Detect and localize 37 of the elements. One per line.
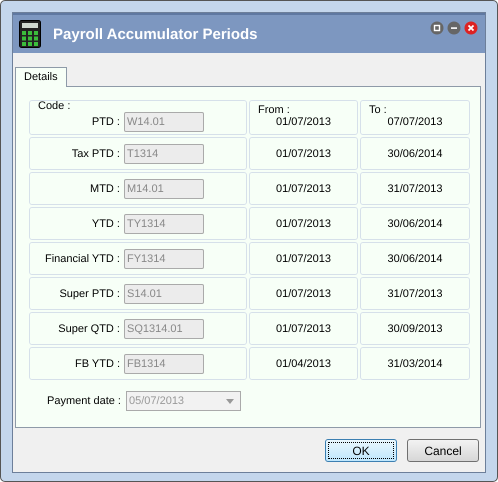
maximize-button[interactable] (430, 21, 444, 35)
field-label: MTD : (89, 182, 120, 194)
date-text: 01/07/2013 (276, 148, 332, 160)
minimize-button[interactable] (447, 21, 461, 35)
date-text: 01/07/2013 (276, 182, 332, 194)
date-text: 01/07/2013 (276, 218, 332, 230)
dialog-button[interactable]: OK (325, 439, 397, 462)
close-button[interactable] (464, 21, 478, 35)
field-label: YTD : (90, 218, 120, 230)
date-text: 31/07/2013 (387, 288, 443, 300)
dialog-button[interactable]: Cancel (407, 439, 479, 462)
caret-icon (226, 398, 234, 404)
tab[interactable]: Details (15, 67, 67, 87)
date-text: 30/06/2014 (387, 148, 443, 160)
date-text: 30/09/2013 (387, 322, 443, 334)
field-label: Tax PTD : (70, 148, 120, 160)
date-text: 01/07/2013 (276, 288, 332, 300)
date-text: 01/04/2013 (276, 358, 332, 370)
date-text: 31/03/2014 (387, 358, 443, 370)
date-text: 07/07/2013 (387, 116, 443, 128)
field-label: FB YTD : (74, 358, 120, 370)
field-label: Payment date : (46, 395, 121, 407)
date-text: 30/06/2014 (387, 252, 443, 264)
window-title: Payroll Accumulator Periods (53, 26, 259, 42)
calculator-icon (19, 20, 41, 48)
column-header: From : (258, 105, 290, 116)
date-text: 01/07/2013 (276, 322, 332, 334)
date-text: 01/07/2013 (276, 252, 332, 264)
field-label: Super PTD : (58, 288, 120, 300)
column-header: Code : (38, 101, 70, 112)
field-label: Financial YTD : (44, 252, 120, 264)
field-label: PTD : (90, 116, 120, 128)
field-label: Super QTD : (57, 322, 120, 334)
date-text: 01/07/2013 (276, 116, 332, 128)
date-text: 31/07/2013 (387, 182, 443, 194)
column-header: To : (369, 105, 387, 116)
date-text: 30/06/2014 (387, 218, 443, 230)
